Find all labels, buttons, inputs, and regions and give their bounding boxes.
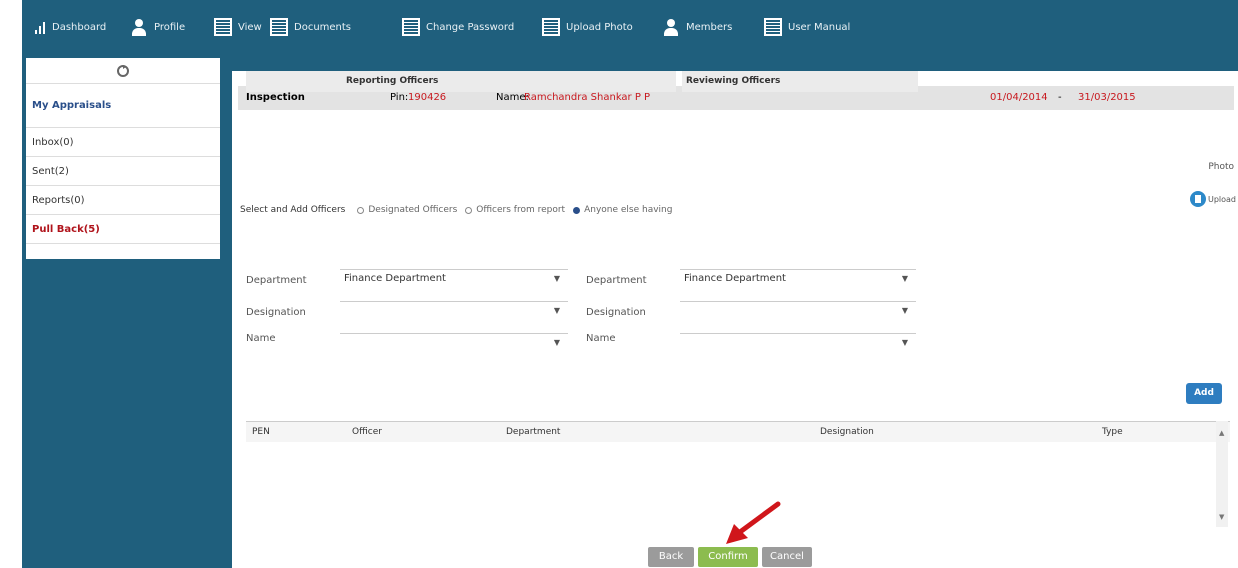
nav-upload-photo-label: Upload Photo: [566, 21, 633, 33]
back-button[interactable]: Back: [648, 547, 694, 567]
name-value: Ramchandra Shankar P P: [524, 92, 651, 103]
officers-header-spacer: [246, 71, 342, 92]
bar-chart-icon: [34, 18, 46, 36]
reviewing-name-select[interactable]: ▼: [680, 333, 916, 351]
pin-label: Pin:: [390, 92, 409, 103]
document-icon: [764, 18, 782, 36]
radio-label: Designated Officers: [368, 205, 458, 215]
cancel-button[interactable]: Cancel: [762, 547, 812, 567]
upload-button[interactable]: Upload: [1189, 191, 1236, 207]
sidebar-item-sent[interactable]: Sent(2): [26, 157, 220, 186]
sidebar-item-inbox[interactable]: Inbox(0): [26, 128, 220, 157]
confirm-button[interactable]: Confirm: [698, 547, 758, 567]
document-icon: [402, 18, 420, 36]
reviewing-department-value: Finance Department: [684, 273, 786, 284]
top-nav-bar: Dashboard Profile View Documents Change …: [22, 0, 1238, 55]
reporting-officers-header: Reporting Officers: [342, 71, 676, 92]
column-header-department: Department: [506, 427, 561, 437]
reviewing-designation-select[interactable]: ▼: [680, 301, 916, 319]
radio-label: Anyone else having: [584, 205, 673, 215]
document-icon: [542, 18, 560, 36]
radio-indicator: [357, 206, 365, 214]
sidebar-item-my-appraisals[interactable]: My Appraisals: [26, 84, 220, 128]
nav-members[interactable]: Members: [662, 16, 732, 38]
sidebar: My Appraisals Inbox(0) Sent(2) Reports(0…: [26, 58, 220, 259]
sidebar-item-reports[interactable]: Reports(0): [26, 186, 220, 215]
nav-change-password-label: Change Password: [426, 21, 515, 33]
reporting-designation-label: Designation: [246, 307, 306, 318]
nav-members-label: Members: [686, 21, 733, 33]
period-from: 01/04/2014: [990, 92, 1048, 103]
table-scrollbar[interactable]: ▲ ▼: [1216, 421, 1228, 527]
radio-label: Officers from report: [476, 205, 566, 215]
panel-left-strip: [222, 55, 230, 568]
reviewing-department-label: Department: [586, 275, 647, 286]
nav-user-manual[interactable]: User Manual: [764, 16, 850, 38]
annotation-arrow-icon: [726, 501, 781, 544]
nav-documents[interactable]: Documents: [270, 16, 351, 38]
main-panel: Inspection Pin: 190426 Name: Ramchandra …: [230, 71, 1238, 568]
dropdown-caret-icon: ▼: [553, 338, 560, 347]
add-officer-button[interactable]: Add: [1186, 383, 1222, 404]
reporting-designation-select[interactable]: ▼: [340, 301, 568, 319]
sidebar-header: [26, 58, 220, 84]
nav-view-label: View: [238, 21, 262, 33]
officers-table-header: PEN Officer Department Designation Type: [246, 421, 1230, 442]
radio-designated-officers[interactable]: Designated Officers: [357, 205, 457, 215]
dropdown-caret-icon: ▼: [901, 306, 908, 315]
header-gap-band: [222, 55, 1238, 71]
dropdown-caret-icon: ▼: [901, 338, 908, 347]
reporting-name-label: Name: [246, 333, 276, 344]
user-icon: [130, 18, 148, 36]
radio-officers-from-report[interactable]: Officers from report: [465, 205, 565, 215]
reviewing-name-label: Name: [586, 333, 616, 344]
period-to: 31/03/2015: [1078, 92, 1136, 103]
dropdown-caret-icon: ▼: [901, 274, 908, 283]
period-separator: -: [1058, 92, 1062, 103]
radio-indicator: [465, 206, 473, 214]
radio-anyone-else[interactable]: Anyone else having: [573, 205, 672, 215]
dropdown-caret-icon: ▼: [553, 306, 560, 315]
radio-indicator-selected: [573, 206, 581, 214]
column-header-type: Type: [1102, 427, 1123, 437]
nav-view[interactable]: View: [214, 16, 262, 38]
column-header-designation: Designation: [820, 427, 874, 437]
document-icon: [214, 18, 232, 36]
refresh-icon[interactable]: [116, 64, 130, 78]
scroll-up-icon[interactable]: ▲: [1219, 429, 1224, 437]
user-icon: [662, 18, 680, 36]
officer-selection-row: Select and Add Officers Designated Offic…: [240, 205, 940, 215]
column-header-officer: Officer: [352, 427, 382, 437]
pin-value: 190426: [408, 92, 447, 103]
reporting-department-value: Finance Department: [344, 273, 446, 284]
nav-profile[interactable]: Profile: [130, 16, 185, 38]
nav-documents-label: Documents: [294, 21, 352, 33]
upload-icon: [1189, 191, 1206, 207]
reporting-department-select[interactable]: Finance Department ▼: [340, 269, 568, 287]
selection-lead-label: Select and Add Officers: [240, 205, 346, 215]
nav-dashboard-label: Dashboard: [52, 21, 107, 33]
reporting-name-select[interactable]: ▼: [340, 333, 568, 351]
reporting-department-label: Department: [246, 275, 307, 286]
nav-profile-label: Profile: [154, 21, 186, 33]
scroll-down-icon[interactable]: ▼: [1219, 513, 1224, 521]
column-header-pen: PEN: [252, 427, 270, 437]
dropdown-caret-icon: ▼: [553, 274, 560, 283]
photo-label: Photo: [1208, 162, 1234, 172]
appraisal-type: Inspection: [246, 92, 305, 103]
reviewing-department-select[interactable]: Finance Department ▼: [680, 269, 916, 287]
upload-label: Upload: [1207, 194, 1236, 204]
reviewing-officers-header: Reviewing Officers: [682, 71, 918, 92]
reviewing-designation-label: Designation: [586, 307, 646, 318]
nav-dashboard[interactable]: Dashboard: [34, 16, 106, 38]
nav-change-password[interactable]: Change Password: [402, 16, 514, 38]
document-icon: [270, 18, 288, 36]
nav-user-manual-label: User Manual: [788, 21, 851, 33]
sidebar-item-pull-back[interactable]: Pull Back(5): [26, 215, 220, 244]
nav-upload-photo[interactable]: Upload Photo: [542, 16, 633, 38]
